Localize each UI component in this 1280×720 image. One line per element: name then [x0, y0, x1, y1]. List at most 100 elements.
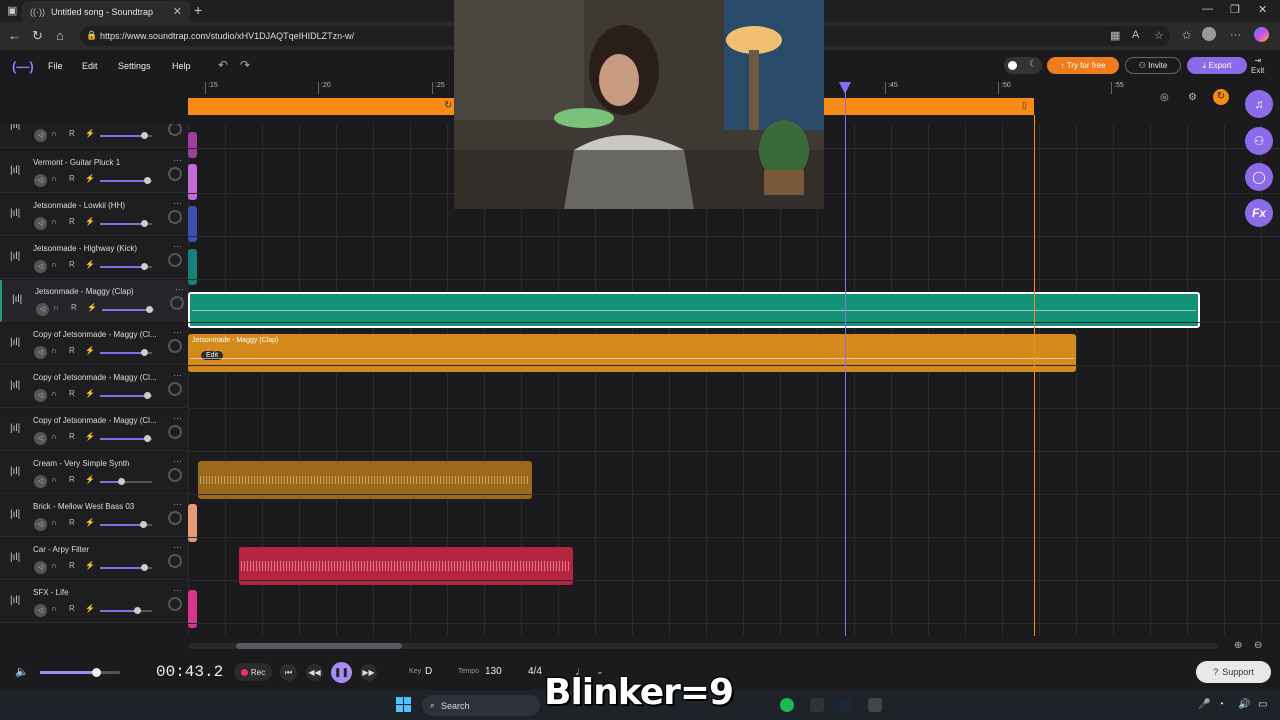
track-more-icon[interactable]: ···	[175, 284, 184, 294]
minimize-icon[interactable]: —	[1202, 3, 1213, 15]
audio-region[interactable]	[188, 132, 197, 158]
menu-settings[interactable]: Settings	[118, 61, 151, 71]
track-header[interactable]: |ıl| Jetsonmade - Lowkii (HH) ··· ◁ ∩ R …	[0, 194, 188, 236]
close-window-icon[interactable]: ✕	[1258, 3, 1267, 16]
pan-knob[interactable]	[168, 253, 182, 267]
track-more-icon[interactable]: ···	[173, 327, 182, 337]
pan-knob[interactable]	[168, 167, 182, 181]
loop-toggle-icon[interactable]: ↻	[1213, 89, 1229, 105]
track-volume-slider[interactable]	[100, 607, 152, 614]
headphones-icon[interactable]: ∩	[51, 260, 57, 269]
track-more-icon[interactable]: ···	[173, 370, 182, 380]
slider-knob[interactable]	[118, 478, 125, 485]
menu-file[interactable]: File	[48, 61, 63, 71]
record-arm-button[interactable]: R	[69, 432, 75, 441]
back-icon[interactable]: ←	[8, 28, 21, 43]
slider-knob[interactable]	[134, 607, 141, 614]
mute-icon[interactable]: ◁	[34, 174, 47, 187]
scrollbar-thumb[interactable]	[236, 643, 402, 649]
steam-icon[interactable]	[838, 698, 852, 712]
volume-knob[interactable]	[92, 668, 101, 677]
soundtrap-logo-icon[interactable]: (—)	[12, 59, 34, 74]
menu-edit[interactable]: Edit	[82, 61, 98, 71]
track-more-icon[interactable]: ···	[173, 585, 182, 595]
automation-icon[interactable]: ⚡	[85, 432, 95, 441]
track-volume-slider[interactable]	[100, 392, 152, 399]
record-arm-button[interactable]: R	[69, 475, 75, 484]
track-more-icon[interactable]: ···	[173, 542, 182, 552]
track-name[interactable]: Jetsonmade - Maggy (Clap)	[35, 287, 170, 296]
windows-start-icon[interactable]	[396, 697, 412, 713]
window-menu-icon[interactable]: ▣	[7, 4, 17, 17]
pan-knob[interactable]	[168, 339, 182, 353]
export-button[interactable]: ⤓ Export	[1187, 57, 1247, 74]
pan-knob[interactable]	[168, 382, 182, 396]
track-header[interactable]: |ıl| Copy of Jetsonmade - Maggy (Cl... ·…	[0, 409, 188, 451]
pan-knob[interactable]	[168, 124, 182, 136]
automation-icon[interactable]: ⚡	[85, 604, 95, 613]
slider-knob[interactable]	[144, 392, 151, 399]
refresh-icon[interactable]: ↻	[32, 28, 43, 44]
volume-icon[interactable]: 🔊	[1238, 699, 1250, 710]
epic-games-icon[interactable]	[810, 698, 824, 712]
taskbar-search[interactable]: ⌕ Search	[422, 695, 540, 716]
automation-icon[interactable]: ⚡	[85, 217, 95, 226]
try-for-free-button[interactable]: ↑ Try for free	[1047, 57, 1119, 74]
track-volume-slider[interactable]	[100, 177, 152, 184]
slider-knob[interactable]	[140, 521, 147, 528]
track-header[interactable]: |ıl| Copy of Jetsonmade - Maggy (Cl... ·…	[0, 323, 188, 365]
automation-icon[interactable]: ⚡	[85, 518, 95, 527]
track-name[interactable]: Car - Arpy Filter	[33, 545, 168, 554]
redo-icon[interactable]: ↷	[240, 58, 250, 72]
mute-icon[interactable]: ◁	[34, 389, 47, 402]
microphone-icon[interactable]: 🎤	[1198, 699, 1210, 710]
skip-to-start-icon[interactable]: ⏮	[280, 664, 297, 681]
track-header[interactable]: |ıl| Vermont - Guitar Pluck 1 ··· ◁ ∩ R …	[0, 151, 188, 193]
master-volume-slider[interactable]	[40, 668, 120, 677]
read-aloud-icon[interactable]: A	[1132, 29, 1139, 41]
copilot-icon[interactable]	[1254, 27, 1269, 42]
automation-icon[interactable]: ⚡	[85, 475, 95, 484]
exit-button[interactable]: ⇥ Exit	[1251, 56, 1264, 76]
track-header[interactable]: |ıl| Jetsonmade - Highway (Kick) ··· ◁ ∩…	[0, 237, 188, 279]
record-arm-button[interactable]: R	[69, 518, 75, 527]
pan-knob[interactable]	[168, 597, 182, 611]
spotify-icon[interactable]	[780, 698, 794, 712]
slider-knob[interactable]	[144, 435, 151, 442]
automation-icon[interactable]: ⚡	[85, 389, 95, 398]
track-name[interactable]: Vermont - Guitar Pluck 1	[33, 158, 168, 167]
automation-icon[interactable]: ⚡	[85, 129, 95, 138]
mute-icon[interactable]: ◁	[34, 346, 47, 359]
menu-help[interactable]: Help	[172, 61, 191, 71]
record-arm-button[interactable]: R	[69, 346, 75, 355]
automation-icon[interactable]: ⚡	[85, 346, 95, 355]
headphones-icon[interactable]: ∩	[53, 303, 59, 312]
headphones-icon[interactable]: ∩	[51, 346, 57, 355]
track-name[interactable]: Jetsonmade - Lowkii (HH)	[33, 201, 168, 210]
pause-button[interactable]: ❚❚	[331, 662, 352, 683]
zoom-in-icon[interactable]: ⊕	[1234, 640, 1242, 651]
maximize-icon[interactable]: ❐	[1230, 3, 1240, 16]
speaker-icon[interactable]: 🔈	[15, 665, 29, 678]
slider-knob[interactable]	[141, 220, 148, 227]
pan-knob[interactable]	[168, 210, 182, 224]
slider-knob[interactable]	[141, 263, 148, 270]
record-button[interactable]: Rec	[234, 663, 272, 681]
track-volume-slider[interactable]	[100, 564, 152, 571]
slider-knob[interactable]	[144, 177, 151, 184]
mute-icon[interactable]: ◁	[34, 604, 47, 617]
track-header[interactable]: |ıl| Cream - Very Simple Synth ··· ◁ ∩ R…	[0, 452, 188, 494]
mute-icon[interactable]: ◁	[34, 129, 47, 142]
home-icon[interactable]: ⌂	[56, 28, 64, 43]
slider-knob[interactable]	[141, 349, 148, 356]
track-more-icon[interactable]: ···	[173, 198, 182, 208]
headphones-icon[interactable]: ∩	[51, 561, 57, 570]
track-volume-slider[interactable]	[102, 306, 154, 313]
pan-knob[interactable]	[168, 425, 182, 439]
new-tab-button[interactable]: +	[194, 2, 202, 18]
track-name[interactable]: SFX - Life	[33, 588, 168, 597]
network-icon[interactable]: ◔	[1218, 699, 1224, 710]
track-header[interactable]: |ıl| Copy of Jetsonmade - Maggy (Cl... ·…	[0, 366, 188, 408]
more-options-icon[interactable]: ···	[1230, 29, 1241, 41]
track-more-icon[interactable]: ···	[173, 456, 182, 466]
